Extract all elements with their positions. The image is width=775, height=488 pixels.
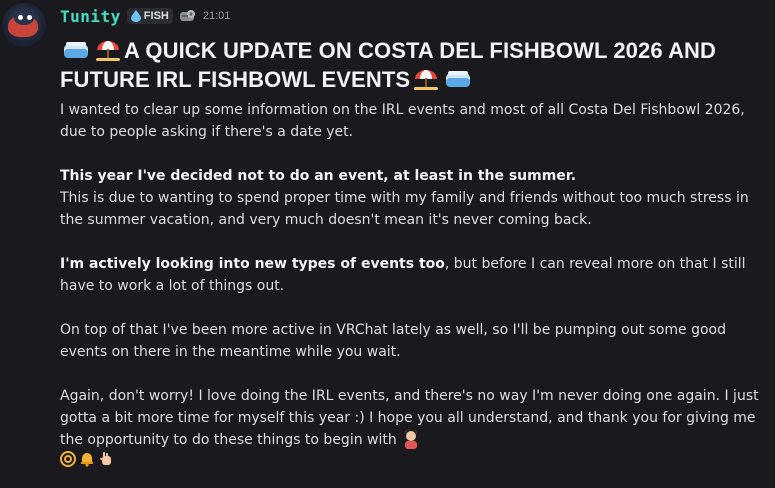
bell-icon[interactable] — [79, 451, 95, 467]
chat-message: Tunity FISH 21:01 A QUICK UPDATE ON COST… — [0, 0, 775, 488]
server-tag-label: FISH — [143, 10, 169, 22]
hand-icon[interactable] — [98, 451, 114, 467]
server-tag[interactable]: FISH — [126, 8, 173, 24]
reaction-icons — [60, 451, 763, 467]
at-icon[interactable] — [60, 451, 76, 467]
timestamp: 21:01 — [202, 10, 231, 22]
heading-text: A QUICK UPDATE ON COSTA DEL FISHBOWL 202… — [60, 38, 717, 92]
bold-text: This year I've decided not to do an even… — [60, 168, 577, 184]
person-emoji — [405, 429, 418, 449]
fishbowl-emoji — [446, 71, 471, 87]
message-body: I wanted to clear up some information on… — [60, 99, 763, 451]
droplet-icon — [130, 10, 141, 22]
gear-badge-icon[interactable] — [179, 9, 197, 23]
fishbowl-emoji — [64, 42, 88, 58]
paragraph: On top of that I've been more active in … — [60, 322, 726, 360]
beach-umbrella-emoji — [96, 41, 120, 61]
message-heading: A QUICK UPDATE ON COSTA DEL FISHBOWL 202… — [60, 36, 763, 94]
paragraph-text: This is due to wanting to spend proper t… — [60, 190, 749, 228]
avatar[interactable] — [2, 3, 46, 47]
paragraph: This year I've decided not to do an even… — [60, 165, 763, 231]
message-header: Tunity FISH 21:01 — [60, 6, 763, 26]
paragraph: I'm actively looking into new types of e… — [60, 253, 763, 297]
paragraph: I wanted to clear up some information on… — [60, 102, 745, 140]
author-name[interactable]: Tunity — [60, 7, 121, 26]
paragraph: Again, don't worry! I love doing the IRL… — [60, 385, 763, 451]
bold-text: I'm actively looking into new types of e… — [60, 256, 445, 272]
beach-umbrella-emoji — [414, 70, 439, 90]
